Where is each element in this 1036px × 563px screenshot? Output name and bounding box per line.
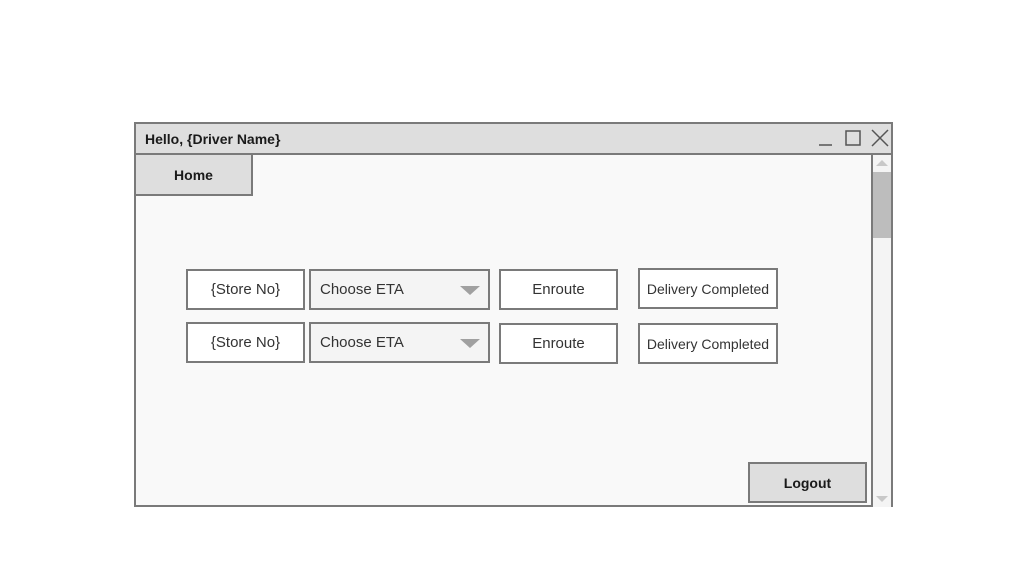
store-number-field: {Store No} xyxy=(186,322,305,363)
title-bar: Hello, {Driver Name} xyxy=(136,124,891,155)
chevron-down-icon[interactable] xyxy=(460,286,480,295)
vertical-scrollbar[interactable] xyxy=(871,155,891,507)
store-number-field: {Store No} xyxy=(186,269,305,310)
chevron-down-icon[interactable] xyxy=(460,339,480,348)
delivery-completed-button[interactable]: Delivery Completed xyxy=(638,323,778,364)
scroll-up-arrow-icon[interactable] xyxy=(876,160,888,166)
logout-button[interactable]: Logout xyxy=(748,462,867,503)
app-window: Hello, {Driver Name} Home {Store No} Cho… xyxy=(134,122,893,507)
eta-dropdown[interactable]: Choose ETA xyxy=(309,322,490,363)
delivery-completed-button[interactable]: Delivery Completed xyxy=(638,268,778,309)
eta-dropdown-value: Choose ETA xyxy=(320,281,404,298)
eta-dropdown-value: Choose ETA xyxy=(320,334,404,351)
enroute-button[interactable]: Enroute xyxy=(499,323,618,364)
close-icon[interactable] xyxy=(870,128,890,148)
minimize-icon[interactable] xyxy=(816,128,836,148)
window-title: Hello, {Driver Name} xyxy=(145,131,281,147)
enroute-button[interactable]: Enroute xyxy=(499,269,618,310)
scrollbar-thumb[interactable] xyxy=(873,172,891,238)
scroll-down-arrow-icon[interactable] xyxy=(876,496,888,502)
maximize-icon[interactable] xyxy=(843,128,863,148)
eta-dropdown[interactable]: Choose ETA xyxy=(309,269,490,310)
tab-home[interactable]: Home xyxy=(136,155,253,196)
